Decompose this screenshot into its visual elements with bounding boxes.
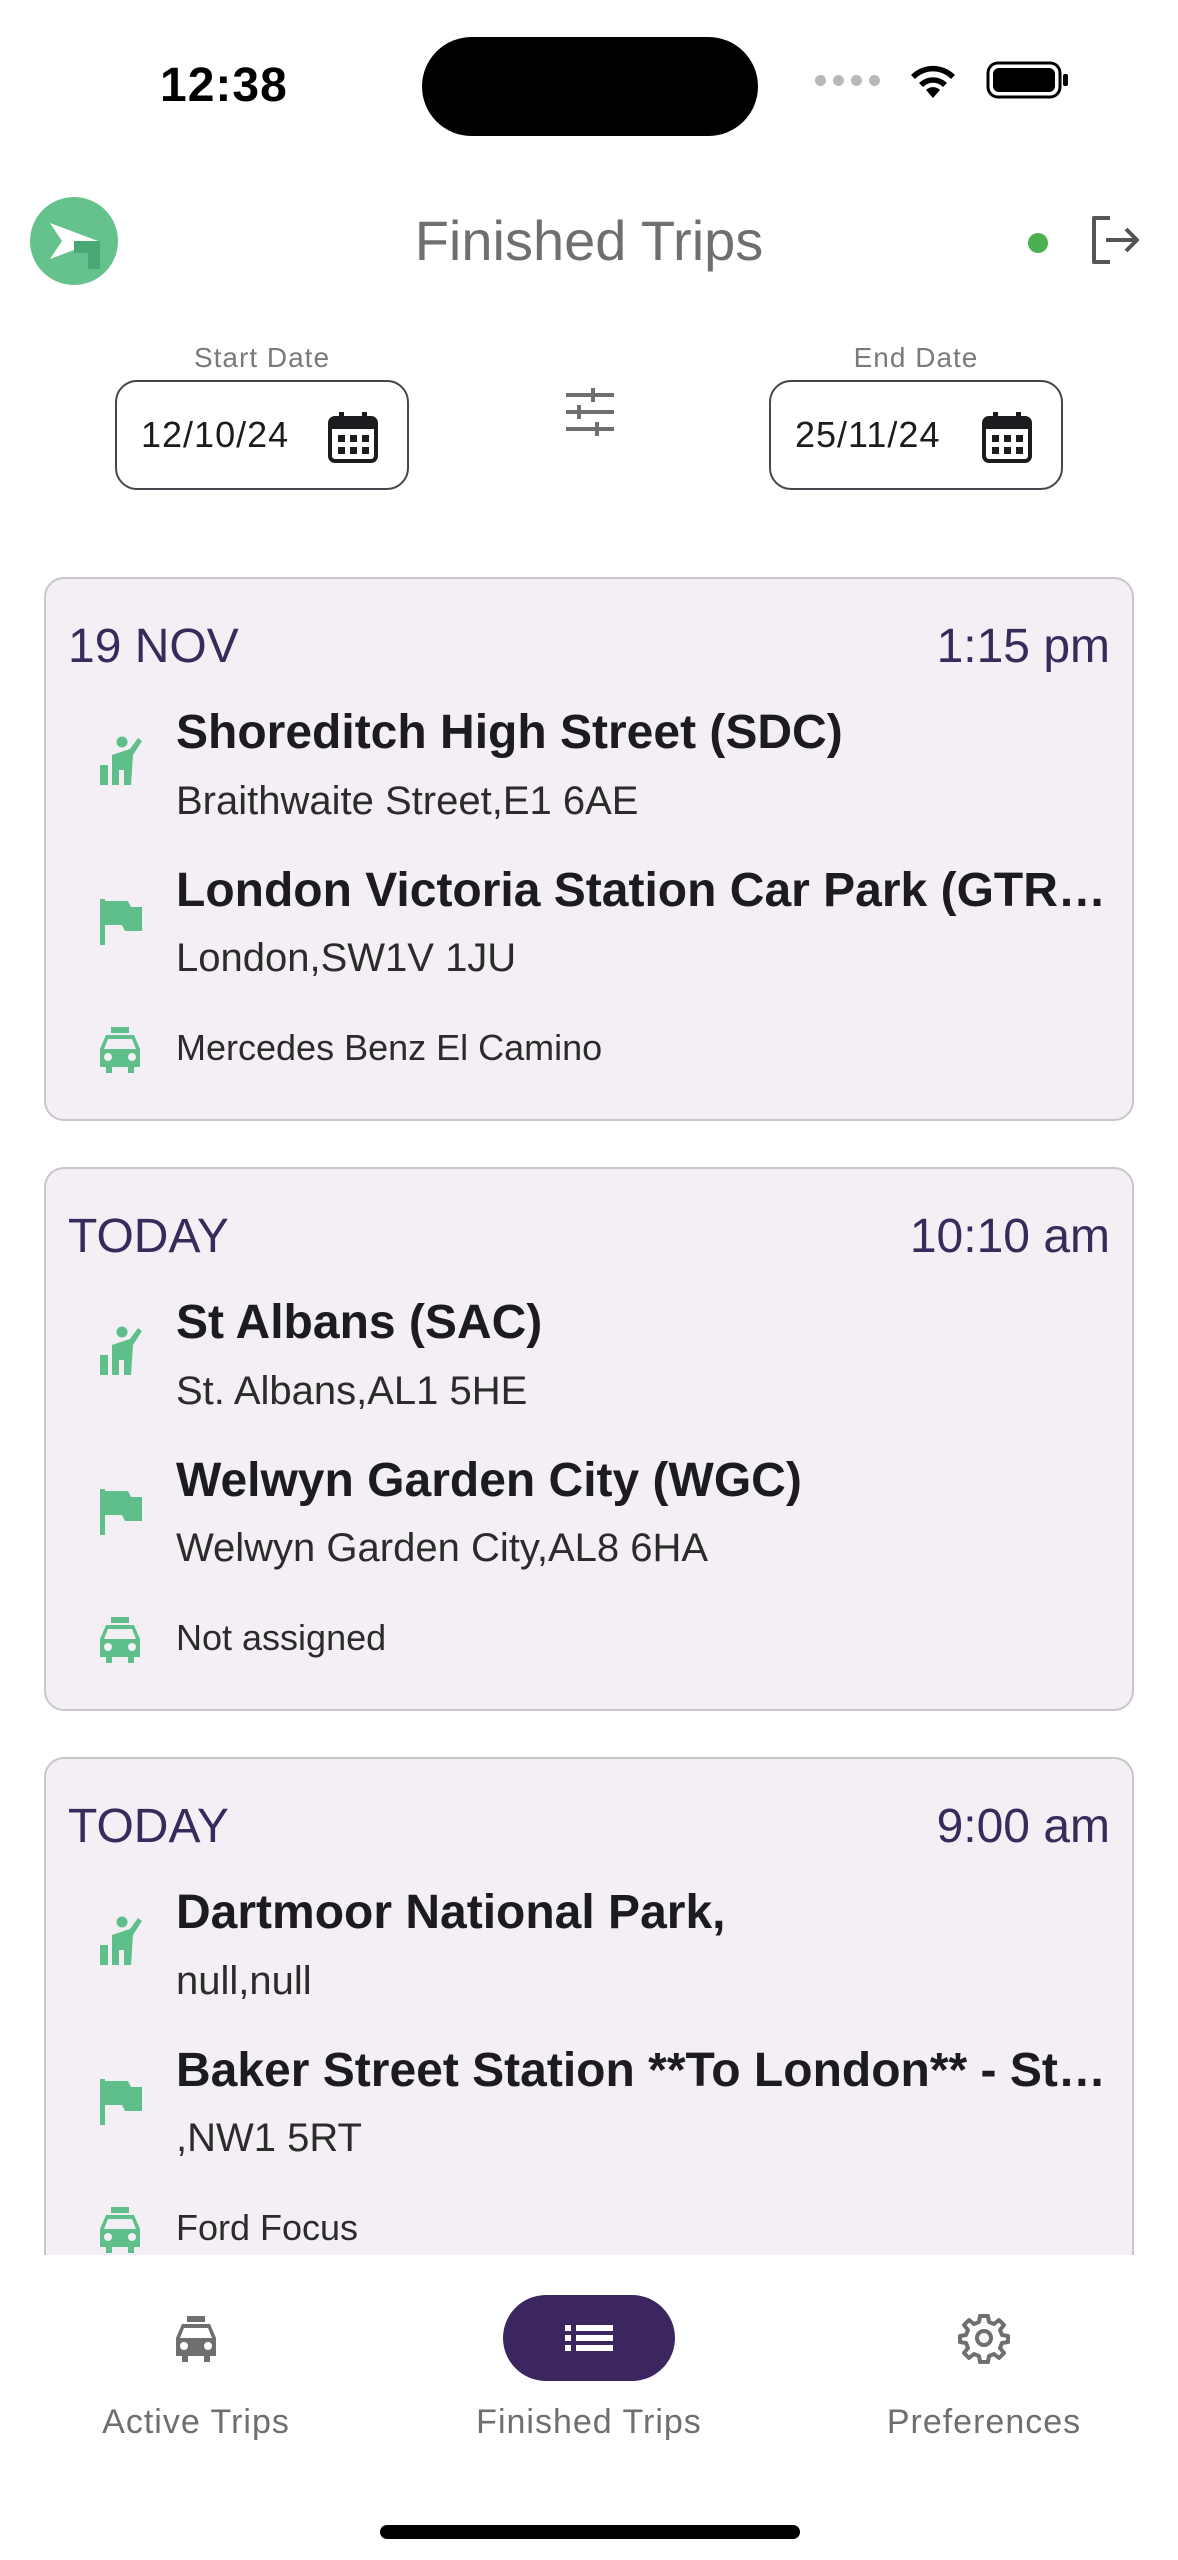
trip-list[interactable]: 19 NOV 1:15 pm Shoreditch High Street (S… [0, 577, 1178, 2255]
pickup-person-icon [100, 1916, 142, 1965]
filter-sliders-icon[interactable] [563, 385, 617, 439]
trip-date: TODAY [68, 1800, 229, 1853]
dropoff-name: London Victoria Station Car Park (GTR) -… [176, 864, 1110, 917]
status-bar: 12:38 [0, 0, 1178, 170]
dropoff-name: Welwyn Garden City (WGC) [176, 1454, 802, 1507]
end-date-label: End Date [853, 342, 979, 373]
gear-icon [958, 2314, 1010, 2364]
start-date-value: 12/10/24 [141, 414, 290, 455]
cellular-signal-icon [815, 74, 880, 86]
car-icon [100, 2207, 140, 2253]
dropoff-address: London,SW1V 1JU [176, 936, 517, 980]
pickup-person-icon [100, 736, 142, 785]
start-date-label: Start Date [193, 342, 331, 373]
wifi-icon [911, 65, 955, 98]
trip-card[interactable]: TODAY 9:00 am Dartmoor National Park, nu… [44, 1757, 1134, 2255]
vehicle-name: Mercedes Benz El Camino [176, 1027, 603, 1068]
bottom-navigation: Active Trips Finished Trips Preferences [0, 2255, 1178, 2560]
start-date-field[interactable]: 12/10/24 [115, 380, 409, 490]
dynamic-island [422, 37, 758, 136]
calendar-icon[interactable] [981, 410, 1033, 464]
home-indicator[interactable] [380, 2525, 800, 2539]
pickup-address: Braithwaite Street,E1 6AE [176, 779, 639, 823]
end-date-value: 25/11/24 [795, 414, 941, 455]
nav-label: Finished Trips [476, 2403, 702, 2441]
dropoff-name: Baker Street Station **To London** - Sta… [176, 2044, 1110, 2097]
trip-date: TODAY [68, 1210, 229, 1263]
trip-date: 19 NOV [68, 620, 239, 673]
trip-time: 1:15 pm [936, 620, 1110, 673]
trip-card[interactable]: 19 NOV 1:15 pm Shoreditch High Street (S… [44, 577, 1134, 1121]
calendar-icon[interactable] [327, 410, 379, 464]
trip-card[interactable]: TODAY 10:10 am St Albans (SAC) St. Alban… [44, 1167, 1134, 1711]
nav-finished-trips[interactable]: Finished Trips [439, 2295, 739, 2455]
online-status-indicator [1028, 233, 1048, 253]
pickup-address: null,null [176, 1959, 312, 2003]
pickup-address: St. Albans,AL1 5HE [176, 1369, 528, 1413]
pickup-name: Shoreditch High Street (SDC) [176, 706, 843, 759]
car-icon [100, 1617, 140, 1663]
trip-time: 10:10 am [909, 1210, 1110, 1263]
status-icons [815, 60, 1070, 100]
page-title: Finished Trips [414, 209, 764, 272]
app-header: Finished Trips [0, 190, 1178, 290]
pickup-name: St Albans (SAC) [176, 1296, 543, 1349]
vehicle-name: Not assigned [176, 1617, 387, 1658]
nav-preferences[interactable]: Preferences [834, 2295, 1134, 2455]
dropoff-address: Welwyn Garden City,AL8 6HA [176, 1526, 709, 1570]
nav-label: Active Trips [102, 2403, 290, 2441]
dropoff-flag-icon [100, 1489, 142, 1535]
dropoff-address: ,NW1 5RT [176, 2116, 362, 2160]
nav-active-trips[interactable]: Active Trips [46, 2295, 346, 2455]
car-icon [176, 2316, 216, 2362]
vehicle-name: Ford Focus [176, 2207, 359, 2248]
dropoff-flag-icon [100, 2079, 142, 2125]
trip-time: 9:00 am [936, 1800, 1110, 1853]
pickup-name: Dartmoor National Park, [176, 1886, 726, 1939]
dropoff-flag-icon [100, 899, 142, 945]
battery-icon [986, 61, 1068, 99]
car-icon [100, 1027, 140, 1073]
pickup-person-icon [100, 1326, 142, 1375]
status-time: 12:38 [160, 59, 288, 112]
logout-icon[interactable] [1084, 210, 1144, 270]
nav-label: Preferences [886, 2403, 1082, 2441]
end-date-field[interactable]: 25/11/24 [769, 380, 1063, 490]
list-icon [565, 2325, 613, 2351]
